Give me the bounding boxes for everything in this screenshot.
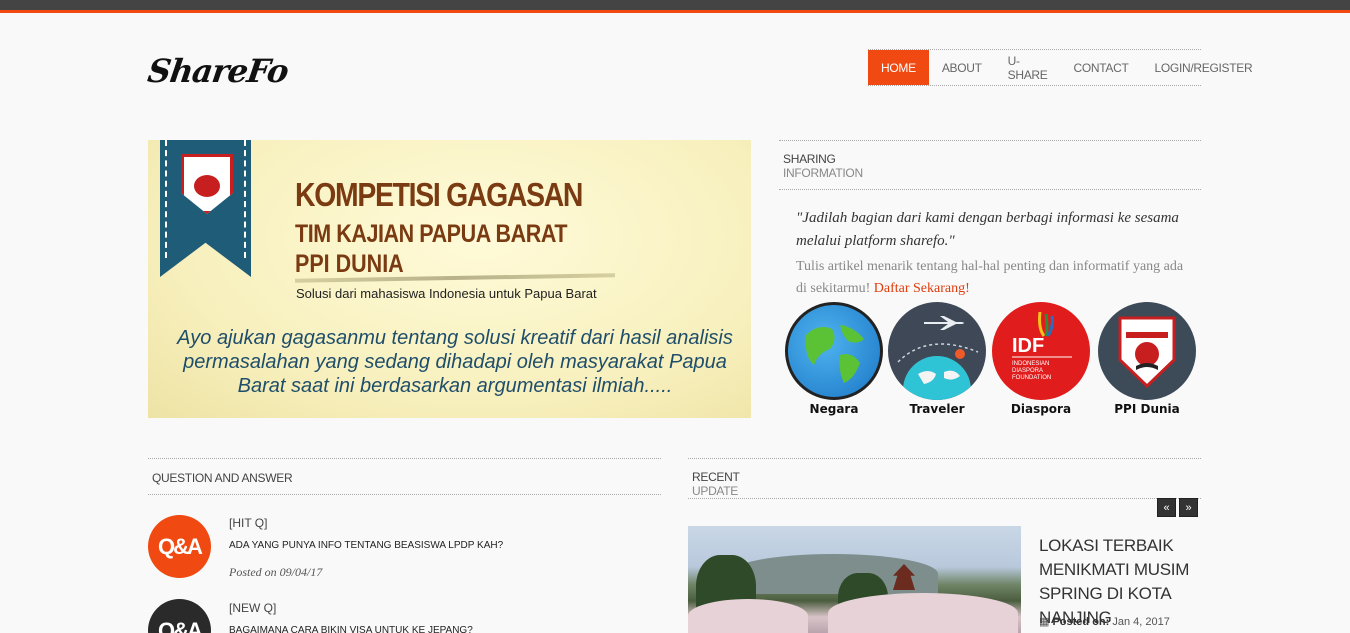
main-nav: HOME ABOUT U-SHARE CONTACT LOGIN/REGISTE… bbox=[868, 49, 1253, 86]
globe-icon bbox=[785, 302, 883, 400]
post-meta-date: Jan 4, 2017 bbox=[1112, 616, 1170, 628]
banner-body: Ayo ajukan gagasanmu tentang solusi krea… bbox=[177, 327, 733, 397]
nav-contact[interactable]: CONTACT bbox=[1061, 50, 1142, 85]
category-label: PPI Dunia bbox=[1114, 402, 1180, 416]
sharing-header-line1: SHARING bbox=[783, 152, 836, 166]
sharing-desc-text: Tulis artikel menarik tentang hal-hal pe… bbox=[796, 259, 1184, 296]
qa-icon[interactable]: Q&A bbox=[148, 599, 211, 633]
svg-text:DIASPORA: DIASPORA bbox=[1012, 368, 1043, 374]
qa-question-link[interactable]: BAGAIMANA CARA BIKIN VISA UNTUK KE JEPAN… bbox=[229, 625, 473, 633]
svg-text:FOUNDATION: FOUNDATION bbox=[1012, 375, 1051, 381]
sharing-header-line2: INFORMATION bbox=[783, 166, 863, 180]
qa-icon[interactable]: Q&A bbox=[148, 515, 211, 578]
register-link[interactable]: Daftar Sekarang! bbox=[874, 281, 970, 296]
site-logo[interactable]: ShareFo bbox=[145, 52, 290, 90]
ppi-badge-icon bbox=[1098, 302, 1196, 400]
banner-title: KOMPETISI GAGASAN bbox=[295, 176, 583, 213]
category-label: Diaspora bbox=[1010, 402, 1072, 416]
hero-banner[interactable]: KOMPETISI GAGASAN TIM KAJIAN PAPUA BARAT… bbox=[148, 140, 751, 418]
recent-header-line1: RECENT bbox=[692, 470, 740, 484]
nav-about[interactable]: ABOUT bbox=[929, 50, 995, 85]
airplane-globe-icon bbox=[888, 302, 986, 400]
sharing-description: Tulis artikel menarik tentang hal-hal pe… bbox=[796, 256, 1196, 300]
nav-login-register[interactable]: LOGIN/REGISTER bbox=[1142, 50, 1266, 85]
post-meta-label: Posted on: bbox=[1052, 616, 1110, 628]
recent-header: RECENT UPDATE bbox=[688, 458, 1201, 499]
category-traveler[interactable]: Traveler bbox=[887, 302, 987, 416]
nav-u-share[interactable]: U-SHARE bbox=[995, 50, 1061, 85]
prev-button[interactable]: « bbox=[1157, 498, 1176, 517]
qa-posted-date: Posted on 09/04/17 bbox=[229, 565, 323, 579]
post-meta: ▦ Posted on: Jan 4, 2017 bbox=[1039, 615, 1170, 628]
category-label: Traveler bbox=[909, 402, 965, 416]
post-thumbnail[interactable] bbox=[688, 526, 1021, 633]
svg-text:INDONESIAN: INDONESIAN bbox=[1012, 361, 1049, 367]
category-diaspora[interactable]: IDF INDONESIAN DIASPORA FOUNDATION Diasp… bbox=[991, 302, 1091, 416]
top-bar bbox=[0, 0, 1350, 10]
qa-question-link[interactable]: ADA YANG PUNYA INFO TENTANG BEASISWA LPD… bbox=[229, 540, 503, 551]
idf-logo-icon: IDF INDONESIAN DIASPORA FOUNDATION bbox=[992, 302, 1090, 400]
qa-tag: [NEW Q] bbox=[229, 601, 277, 615]
category-ppi-dunia[interactable]: PPI Dunia bbox=[1097, 302, 1197, 416]
qa-tag: [HIT Q] bbox=[229, 516, 268, 530]
nav-home[interactable]: HOME bbox=[868, 50, 929, 85]
top-accent-bar bbox=[0, 10, 1350, 13]
category-negara[interactable]: Negara bbox=[784, 302, 884, 416]
calendar-icon: ▦ bbox=[1039, 616, 1050, 628]
idf-logo-text: IDF bbox=[1012, 335, 1044, 357]
sharing-quote: "Jadilah bagian dari kami dengan berbagi… bbox=[796, 210, 1179, 249]
sharing-header: SHARING INFORMATION bbox=[779, 140, 1201, 190]
next-button[interactable]: » bbox=[1179, 498, 1198, 517]
recent-header-line2: UPDATE bbox=[692, 484, 738, 498]
banner-title-line3: PPI DUNIA bbox=[295, 250, 404, 278]
category-label: Negara bbox=[809, 402, 859, 416]
banner-title-line2: TIM KAJIAN PAPUA BARAT bbox=[295, 220, 568, 248]
qa-header: QUESTION AND ANSWER bbox=[148, 458, 661, 495]
banner-subtitle: Solusi dari mahasiswa Indonesia untuk Pa… bbox=[296, 286, 597, 301]
